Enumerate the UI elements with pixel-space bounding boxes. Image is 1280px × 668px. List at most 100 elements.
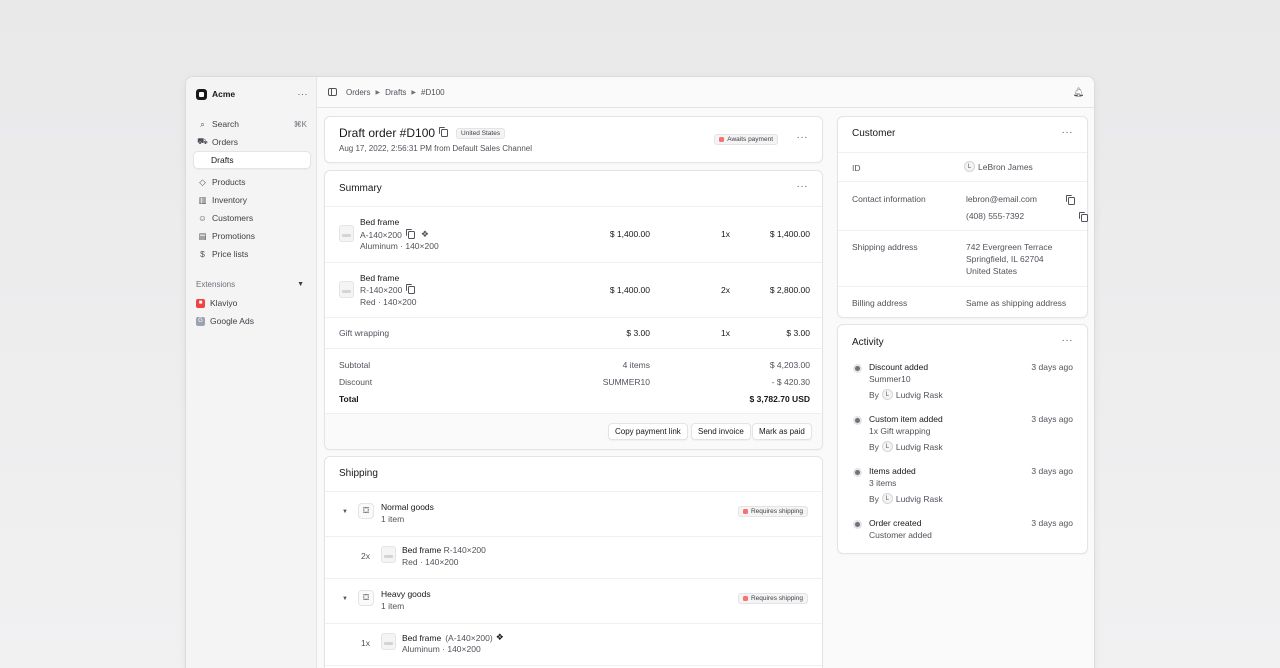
customer-card: Customer ··· ID L LeBron James Contact i… (837, 116, 1089, 318)
sidebar-item-label: Promotions (212, 231, 255, 241)
send-invoice-button[interactable]: Send invoice (691, 423, 751, 440)
customer-title: Customer (852, 128, 896, 139)
shipping-group-count: 1 item (381, 601, 405, 611)
status-dot-icon (742, 509, 748, 514)
shipping-line-qty: 1x (361, 638, 370, 648)
timeline-dot-icon (855, 522, 860, 527)
more-icon[interactable]: ··· (298, 89, 309, 99)
copy-icon[interactable] (439, 127, 449, 137)
shortcut-hint: ⌘K (293, 119, 307, 129)
sidebar-toggle-icon[interactable] (328, 88, 337, 96)
divider (325, 491, 822, 492)
product-thumbnail (339, 281, 354, 298)
total-label: Total (339, 394, 359, 404)
divider (325, 206, 822, 207)
search-icon: ⌕ (200, 118, 205, 129)
store-name: Acme (212, 89, 236, 99)
timeline-dot-icon (855, 470, 860, 475)
package-icon: ⛋ (358, 503, 374, 519)
custom-item-total: $ 3.00 (786, 328, 810, 338)
sidebar-item-search[interactable]: ⌕ Search ⌘K (193, 115, 311, 133)
avatar: L (881, 493, 893, 504)
activity-event-title: Items added (869, 466, 916, 476)
divider (325, 623, 822, 624)
order-subtitle: Aug 17, 2022, 2:56:31 PM from Default Sa… (339, 144, 533, 153)
avatar: L (881, 389, 893, 400)
divider (838, 230, 1087, 231)
receipt-icon: ▤ (198, 230, 207, 241)
billing-address-label: Billing address (852, 298, 908, 308)
copy-icon[interactable] (405, 228, 415, 239)
caret-down-icon[interactable]: ▼ (342, 509, 348, 515)
discount-code: SUMMER10 (602, 377, 650, 387)
divider (325, 262, 822, 263)
divider (838, 181, 1087, 182)
activity-event-time: 3 days ago (1031, 518, 1073, 528)
copy-icon[interactable] (1066, 194, 1075, 205)
app-window: Acme ··· ⌕ Search ⌘K ⛟ Orders Drafts ◇ P… (185, 76, 1095, 668)
sidebar-item-drafts[interactable]: Drafts (193, 151, 311, 169)
mark-as-paid-button[interactable]: Mark as paid (752, 423, 812, 440)
sidebar-item-orders[interactable]: ⛟ Orders (193, 133, 311, 151)
breadcrumb-drafts[interactable]: Drafts (385, 88, 406, 97)
extensions-header[interactable]: Extensions ▼ (196, 280, 304, 289)
more-icon[interactable]: ··· (797, 181, 809, 192)
caret-down-icon[interactable]: ▼ (342, 596, 348, 602)
bell-icon[interactable]: 🔔︎ (1073, 87, 1084, 98)
activity-event-time: 3 days ago (1031, 362, 1073, 372)
copy-icon[interactable] (1079, 211, 1089, 222)
sidebar-item-inventory[interactable]: ▥ Inventory (193, 191, 311, 209)
divider (325, 665, 822, 666)
sidebar-item-klaviyo[interactable]: ■ Klaviyo (196, 298, 304, 308)
package-icon: ⛋ (358, 590, 374, 606)
status-label: Requires shipping (750, 508, 803, 515)
total-value: $ 3,782.70 USD (749, 394, 810, 404)
by-label: By (869, 493, 879, 504)
status-label: Requires shipping (750, 595, 803, 602)
more-icon[interactable]: ··· (1062, 127, 1074, 138)
sidebar-item-price-lists[interactable]: $ Price lists (193, 245, 311, 263)
breadcrumb-current: #D100 (421, 87, 445, 97)
avatar: L (881, 441, 893, 452)
sidebar-item-promotions[interactable]: ▤ Promotions (193, 227, 311, 245)
store-logo-icon (196, 88, 207, 100)
shipping-line-variant: Aluminum · 140×200 (402, 644, 481, 654)
activity-event-time: 3 days ago (1031, 466, 1073, 476)
copy-payment-link-button[interactable]: Copy payment link (608, 423, 688, 440)
line-item-total: $ 2,800.00 (769, 285, 810, 295)
customer-name[interactable]: LeBron James (978, 162, 1033, 172)
copy-icon[interactable] (406, 284, 416, 294)
users-icon: ☺ (198, 213, 207, 223)
breadcrumb-orders[interactable]: Orders (346, 88, 370, 97)
sidebar-item-label: Orders (212, 137, 238, 147)
chevron-right-icon: ▶ (375, 89, 381, 96)
divider (325, 536, 822, 537)
customer-phone: (408) 555-7392 (966, 211, 1025, 221)
timeline-dot-icon (855, 366, 860, 371)
line-item-price: $ 1,400.00 (609, 285, 650, 295)
summary-card: Summary ··· Bed frame A-140×200 ❖ Alumin… (324, 170, 823, 450)
activity-event-title: Order created (869, 518, 922, 528)
breadcrumb: Orders ▶ Drafts ▶ #D100 (346, 88, 445, 97)
status-dot-icon (719, 137, 725, 142)
activity-title: Activity (852, 337, 884, 348)
component-icon: ❖ (420, 229, 429, 239)
top-bar: Orders ▶ Drafts ▶ #D100 🔔︎ (317, 77, 1094, 108)
summary-title: Summary (339, 183, 382, 194)
sidebar-item-customers[interactable]: ☺ Customers (193, 209, 311, 227)
more-icon[interactable]: ··· (797, 132, 809, 143)
activity-event-detail: 3 items (869, 478, 897, 488)
more-icon[interactable]: ··· (1062, 335, 1074, 346)
divider (838, 152, 1087, 153)
store-switcher[interactable]: Acme ··· (196, 87, 308, 101)
sidebar-item-google-ads[interactable]: G Google Ads (196, 316, 304, 326)
main-nav: ⌕ Search ⌘K ⛟ Orders Drafts (193, 115, 311, 169)
cart-icon: ⛟ (197, 136, 208, 146)
status-dot-icon (742, 596, 748, 601)
activity-event-detail: 1x Gift wrapping (869, 426, 931, 436)
sidebar-item-products[interactable]: ◇ Products (193, 173, 311, 191)
sidebar-item-label: Search (212, 119, 239, 129)
subtotal-count: 4 items (622, 360, 650, 370)
shipping-line-name: Bed frame (402, 632, 442, 643)
activity-user: Ludvig Rask (895, 389, 943, 400)
